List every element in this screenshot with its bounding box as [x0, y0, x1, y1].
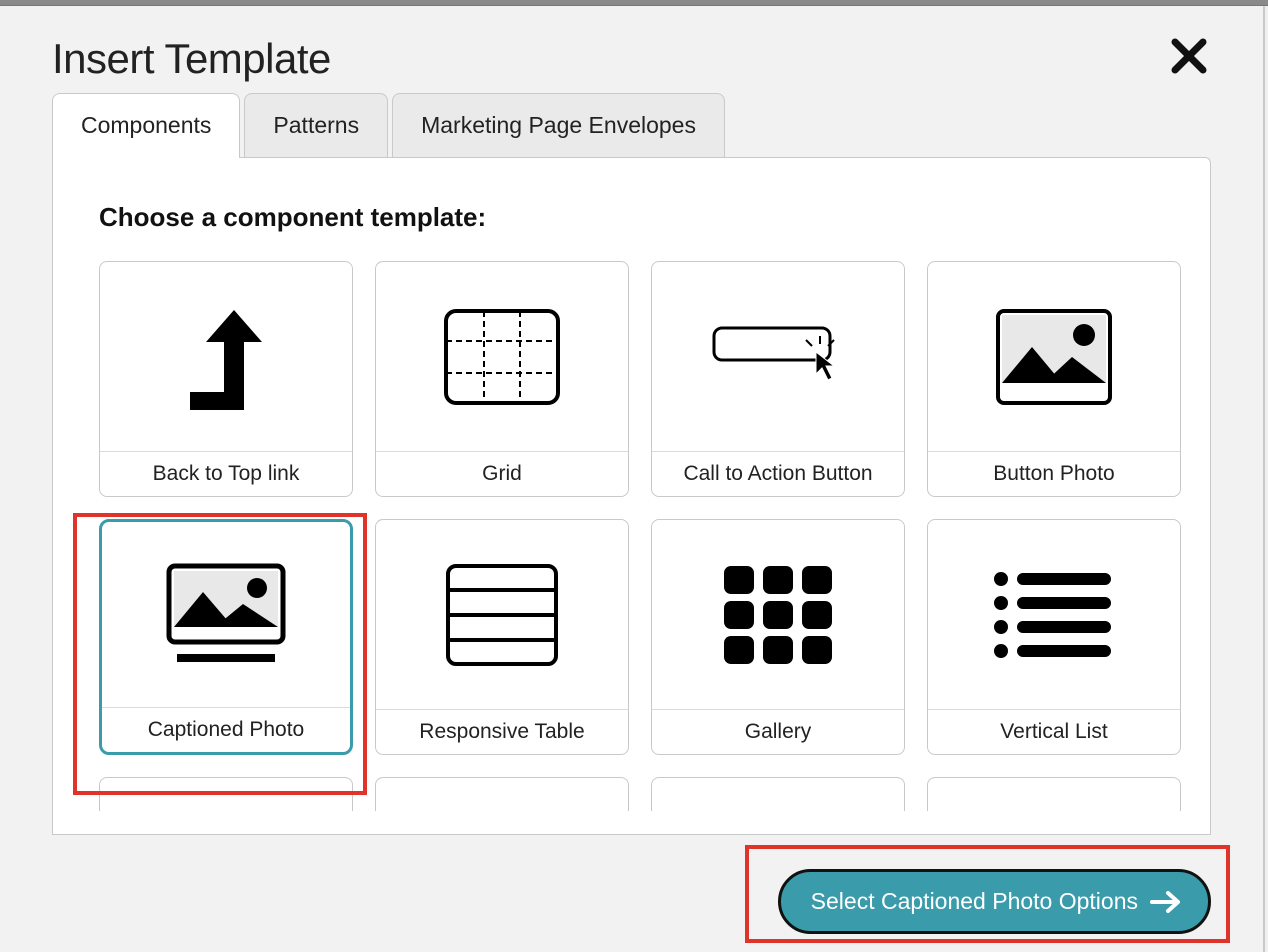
close-icon [1171, 38, 1207, 74]
template-card-partial[interactable] [375, 777, 629, 811]
tab-label: Marketing Page Envelopes [421, 112, 696, 138]
card-icon-area [376, 262, 628, 452]
template-card-gallery[interactable]: Gallery [651, 519, 905, 755]
gallery-grid-icon [718, 560, 838, 670]
tab-marketing-envelopes[interactable]: Marketing Page Envelopes [392, 93, 725, 157]
photo-icon [994, 307, 1114, 407]
card-label: Vertical List [928, 710, 1180, 754]
dialog-header: Insert Template [0, 6, 1263, 93]
panel-heading: Choose a component template: [99, 202, 1164, 233]
tab-label: Components [81, 112, 211, 138]
tab-components[interactable]: Components [52, 93, 240, 157]
card-label: Back to Top link [100, 452, 352, 496]
card-icon-area [100, 262, 352, 452]
template-card-vertical-list[interactable]: Vertical List [927, 519, 1181, 755]
template-card-button-photo[interactable]: Button Photo [927, 261, 1181, 497]
template-card-cta-button[interactable]: Call to Action Button [651, 261, 905, 497]
tab-bar: Components Patterns Marketing Page Envel… [0, 93, 1263, 157]
close-button[interactable] [1167, 34, 1211, 83]
vertical-list-icon [989, 565, 1119, 665]
template-card-back-to-top[interactable]: Back to Top link [99, 261, 353, 497]
captioned-photo-icon [161, 560, 291, 670]
template-card-grid[interactable]: Grid [375, 261, 629, 497]
template-card-partial[interactable] [99, 777, 353, 811]
template-card-partial[interactable] [927, 777, 1181, 811]
grid-lines-icon [442, 307, 562, 407]
tab-patterns[interactable]: Patterns [244, 93, 388, 157]
tab-label: Patterns [273, 112, 359, 138]
card-label: Captioned Photo [102, 708, 350, 752]
template-card-captioned-photo[interactable]: Captioned Photo [99, 519, 353, 755]
card-label: Grid [376, 452, 628, 496]
panel-inner: Choose a component template: Back to Top… [53, 158, 1210, 811]
back-to-top-icon [166, 292, 286, 422]
card-label: Responsive Table [376, 710, 628, 754]
template-grid: Back to Top link Grid [99, 261, 1164, 755]
dialog-title: Insert Template [52, 35, 331, 83]
card-icon-area [652, 262, 904, 452]
tab-panel: Choose a component template: Back to Top… [52, 157, 1211, 835]
insert-template-dialog: Insert Template Components Patterns Mark… [0, 6, 1265, 952]
template-card-responsive-table[interactable]: Responsive Table [375, 519, 629, 755]
card-icon-area [102, 522, 350, 708]
action-button-label: Select Captioned Photo Options [811, 888, 1138, 915]
table-rows-icon [442, 560, 562, 670]
select-options-button[interactable]: Select Captioned Photo Options [778, 869, 1211, 934]
card-label: Call to Action Button [652, 452, 904, 496]
card-label: Button Photo [928, 452, 1180, 496]
card-icon-area [376, 520, 628, 710]
card-icon-area [928, 520, 1180, 710]
arrow-right-icon [1150, 890, 1182, 914]
card-label: Gallery [652, 710, 904, 754]
cta-button-icon [708, 322, 848, 392]
card-icon-area [928, 262, 1180, 452]
card-icon-area [652, 520, 904, 710]
template-card-partial[interactable] [651, 777, 905, 811]
template-grid-row-partial [99, 777, 1164, 811]
